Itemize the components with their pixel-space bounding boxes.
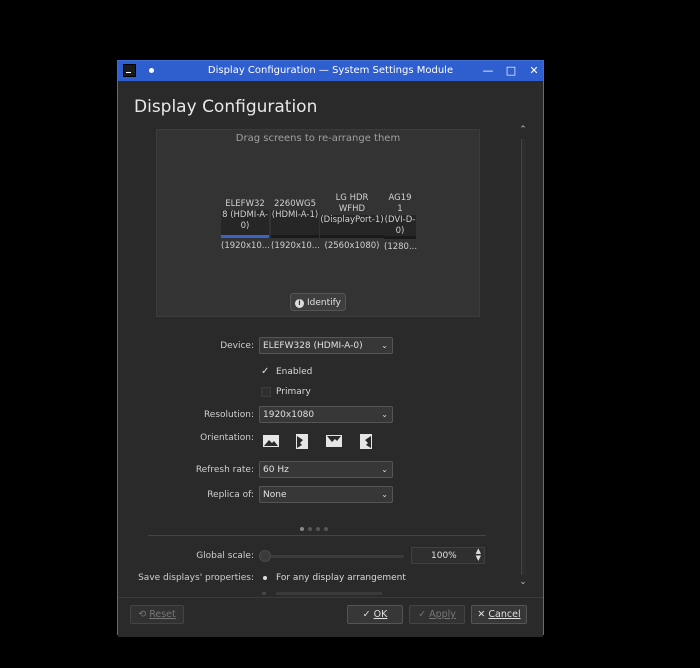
resolution-label: Resolution:: [203, 410, 254, 420]
enabled-label: Enabled: [276, 367, 313, 377]
replica-value: None: [263, 490, 287, 500]
monitor-elefw328[interactable]: ELEFW32 8 (HDMI-A-0) (1920x10...: [221, 199, 270, 252]
monitor-connector: (DisplayPort-1): [320, 215, 384, 238]
ok-button[interactable]: ✓ OK: [347, 605, 403, 624]
refresh-rate-label: Refresh rate:: [195, 465, 254, 475]
monitor-2260wg5[interactable]: 2260WG5 (HDMI-A-1) (1920x10...: [271, 199, 320, 252]
page-dot[interactable]: [300, 527, 304, 531]
portrait-flipped-icon[interactable]: [357, 433, 375, 449]
divider: [148, 535, 486, 536]
chevron-down-icon: ⌄: [381, 410, 388, 419]
cancel-label: Cancel: [488, 609, 521, 620]
page-dot[interactable]: [324, 527, 328, 531]
primary-checkbox[interactable]: [261, 387, 271, 397]
minimize-icon[interactable]: —: [479, 62, 497, 80]
enabled-checkbox[interactable]: ✓: [261, 367, 271, 377]
monitor-resolution: (1280...: [384, 242, 418, 252]
global-scale-spinbox[interactable]: 100% ▲ ▼: [411, 547, 485, 564]
identify-button[interactable]: i Identify: [290, 293, 346, 311]
close-icon[interactable]: ✕: [525, 62, 543, 80]
global-scale-value: 100%: [431, 551, 457, 561]
global-scale-label: Global scale:: [196, 551, 254, 561]
monitor-resolution: (1920x10...: [271, 241, 320, 251]
page-title: Display Configuration: [134, 97, 318, 117]
landscape-icon[interactable]: [262, 433, 280, 449]
monitor-resolution: (1920x10...: [221, 241, 270, 251]
info-icon: i: [295, 299, 304, 308]
monitor-name: AG19 1: [388, 193, 412, 214]
save-properties-label: Save displays' properties:: [138, 573, 254, 583]
portrait-icon[interactable]: [293, 433, 311, 449]
replica-label: Replica of:: [207, 490, 254, 500]
scroll-down-icon[interactable]: ⌄: [518, 577, 528, 587]
landscape-flipped-icon[interactable]: [325, 433, 343, 449]
page-indicator: [300, 516, 332, 535]
check-icon: ✓: [418, 609, 427, 620]
monitor-lg-hdr-wfhd[interactable]: LG HDR WFHD (DisplayPort-1) (2560x1080): [320, 193, 384, 252]
ok-label: OK: [373, 609, 388, 620]
page-dot[interactable]: [316, 527, 320, 531]
apply-button[interactable]: ✓ Apply: [409, 605, 465, 624]
cancel-icon: ✕: [477, 609, 486, 620]
device-value: ELEFW328 (HDMI-A-0): [263, 341, 363, 351]
clipped-content: [262, 592, 382, 595]
reset-label: Reset: [149, 609, 176, 620]
refresh-rate-value: 60 Hz: [263, 465, 289, 475]
orientation-label: Orientation:: [200, 433, 254, 443]
arrangement-radio[interactable]: [263, 576, 267, 580]
reset-button[interactable]: ⟲ Reset: [130, 605, 184, 624]
settings-window: Display Configuration — System Settings …: [117, 60, 544, 637]
monitor-resolution: (2560x1080): [324, 241, 380, 251]
apply-label: Apply: [429, 609, 456, 620]
primary-label: Primary: [276, 387, 311, 397]
global-scale-slider-handle[interactable]: [259, 550, 271, 562]
scroll-up-icon[interactable]: ⌃: [518, 125, 528, 135]
refresh-rate-select[interactable]: 60 Hz ⌄: [259, 461, 393, 478]
chevron-down-icon: ⌄: [381, 341, 388, 350]
device-label: Device:: [220, 341, 254, 351]
replica-select[interactable]: None ⌄: [259, 486, 393, 503]
monitor-ag191[interactable]: AG19 1 (DVI-D-0) (1280...: [384, 193, 418, 253]
resolution-value: 1920x1080: [263, 410, 315, 420]
maximize-icon[interactable]: □: [502, 62, 520, 80]
scroll-track[interactable]: [521, 139, 526, 575]
monitor-name: ELEFW32: [225, 199, 265, 209]
chevron-down-icon: ⌄: [381, 465, 388, 474]
page-dot[interactable]: [308, 527, 312, 531]
dialog-button-bar: ⟲ Reset ✓ OK ✓ Apply ✕ Cancel: [118, 597, 543, 637]
arrangement-hint: Drag screens to re-arrange them: [235, 133, 401, 144]
chevron-down-icon: ⌄: [381, 490, 388, 499]
device-select[interactable]: ELEFW328 (HDMI-A-0) ⌄: [259, 337, 393, 354]
global-scale-slider[interactable]: [266, 555, 404, 558]
arrangement-radio-label: For any display arrangement: [276, 573, 406, 583]
screen-arrangement-view[interactable]: Drag screens to re-arrange them ELEFW32 …: [156, 129, 480, 317]
monitor-connector: 8 (HDMI-A-0): [221, 210, 269, 238]
monitor-name: 2260WG5: [273, 199, 317, 209]
reset-icon: ⟲: [138, 609, 147, 620]
resolution-select[interactable]: 1920x1080 ⌄: [259, 406, 393, 423]
monitor-connector: (HDMI-A-1): [271, 210, 319, 238]
spin-arrows-icon[interactable]: ▲ ▼: [476, 548, 481, 562]
identify-label: Identify: [307, 298, 341, 308]
cancel-button[interactable]: ✕ Cancel: [471, 605, 527, 624]
check-icon: ✓: [362, 609, 371, 620]
monitor-connector: (DVI-D-0): [384, 215, 416, 239]
monitor-name: LG HDR WFHD: [335, 193, 369, 214]
vertical-scrollbar[interactable]: ⌃ ⌄: [518, 125, 528, 595]
title-bar[interactable]: Display Configuration — System Settings …: [118, 61, 543, 81]
